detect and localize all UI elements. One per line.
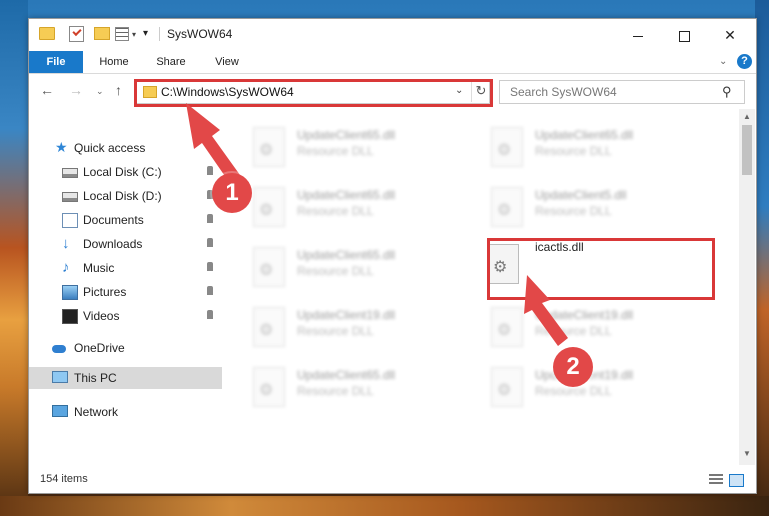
arrow-2	[524, 275, 568, 346]
callout-arrows	[186, 103, 568, 346]
callout-badge-2: 2	[553, 347, 593, 387]
arrow-1	[186, 103, 240, 182]
callout-badge-1: 1	[212, 173, 252, 213]
